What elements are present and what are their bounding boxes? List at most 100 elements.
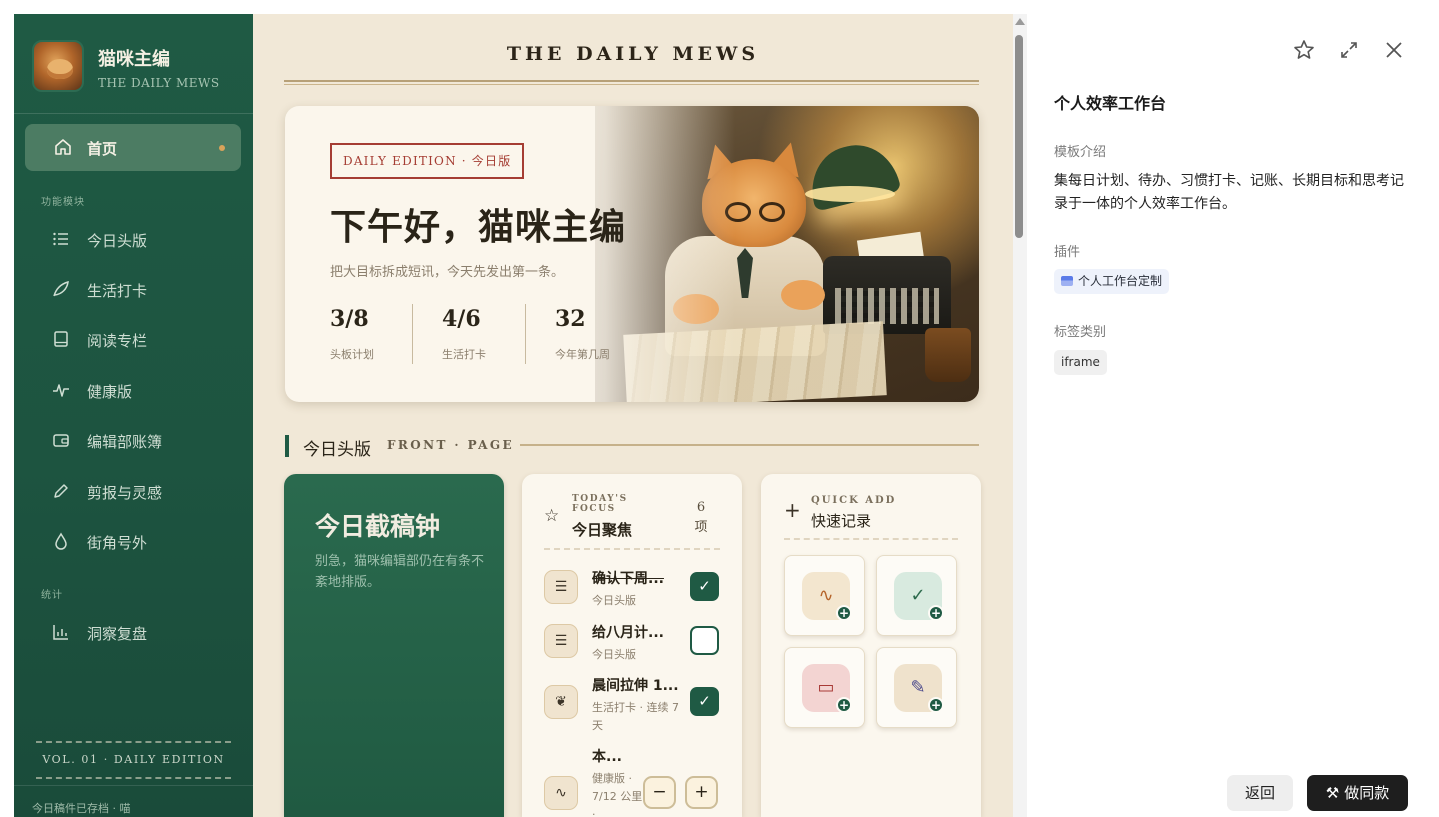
- cat-avatar-logo: [32, 40, 84, 92]
- brand-subtitle: THE DAILY MEWS: [98, 76, 220, 90]
- nav-home[interactable]: 首页: [25, 124, 241, 171]
- star-icon[interactable]: [1292, 38, 1316, 62]
- app-window: 猫咪主编 THE DAILY MEWS 首页 功能模块 今日头版 生活打卡 阅读…: [0, 0, 1439, 817]
- add-badge-icon: +: [836, 605, 852, 621]
- task-row: ∿ 本... 健康版 · 7/12 公里 · − +: [544, 746, 724, 817]
- cat-glasses: [759, 202, 785, 222]
- focus-count-number: 6: [696, 500, 706, 515]
- divider: [284, 84, 979, 85]
- sidebar-item-label: 街角号外: [87, 534, 148, 552]
- masthead: THE DAILY MEWS: [506, 43, 760, 65]
- expand-icon[interactable]: [1337, 38, 1361, 62]
- volume-label: VOL. 01 · DAILY EDITION: [42, 753, 225, 766]
- task-row: ❦ 晨间拉伸 1... 生活打卡 · 连续 7 天 ✓: [544, 675, 724, 732]
- leaf-icon: [53, 280, 69, 297]
- divider: [412, 304, 413, 364]
- task-title: 本...: [592, 749, 622, 765]
- task-checkbox[interactable]: [690, 626, 719, 655]
- typewriter-keys: [835, 288, 939, 324]
- sidebar-item-ledger[interactable]: 编辑部账簿: [25, 420, 241, 460]
- back-button[interactable]: 返回: [1227, 775, 1293, 811]
- sidebar-item-reading[interactable]: 阅读专栏: [25, 319, 241, 359]
- template-preview: 猫咪主编 THE DAILY MEWS 首页 功能模块 今日头版 生活打卡 阅读…: [14, 14, 1013, 817]
- plugin-chip[interactable]: 个人工作台定制: [1054, 269, 1170, 294]
- divider: [14, 785, 253, 786]
- stat-value: 32: [555, 306, 586, 332]
- sidebar-item-label: 编辑部账簿: [87, 433, 163, 451]
- template-description: 集每日计划、待办、习惯打卡、记账、长期目标和思考记录于一体的个人效率工作台。: [1054, 173, 1404, 212]
- greeting-title: 下午好，猫咪主编: [330, 207, 627, 248]
- decrement-button[interactable]: −: [643, 776, 676, 809]
- stat-caption: 生活打卡: [442, 348, 486, 361]
- list-icon: [53, 232, 68, 246]
- sidebar-item-life-checkin[interactable]: 生活打卡: [25, 269, 241, 309]
- quick-add-expense[interactable]: ▭ +: [784, 647, 865, 728]
- add-badge-icon: +: [928, 697, 944, 713]
- scroll-up-arrow-icon[interactable]: [1015, 18, 1025, 25]
- plugin-icon: [1061, 276, 1073, 286]
- sidebar-item-health[interactable]: 健康版: [25, 370, 241, 410]
- task-checkbox[interactable]: ✓: [690, 687, 719, 716]
- divider: [36, 777, 231, 779]
- main-content: THE DAILY MEWS DAILY EDITION · 今日版 下午好，猫…: [253, 14, 1013, 817]
- close-icon[interactable]: [1382, 38, 1406, 62]
- section-label-stats: 统计: [41, 590, 63, 601]
- sidebar-item-label: 生活打卡: [87, 282, 148, 300]
- magic-wand-icon: ⚒: [1325, 784, 1340, 802]
- sidebar-item-clippings[interactable]: 剪报与灵感: [25, 471, 241, 511]
- task-title: 确认下周...: [592, 571, 664, 587]
- star-icon: ☆: [544, 506, 560, 526]
- pulse-icon: [53, 384, 69, 397]
- make-same-button[interactable]: ⚒ 做同款: [1307, 775, 1408, 811]
- home-icon: [55, 139, 71, 155]
- nav-home-label: 首页: [87, 140, 118, 158]
- sidebar-item-extra[interactable]: 街角号外: [25, 521, 241, 561]
- lamp-glow: [805, 186, 895, 202]
- quick-add-checkin[interactable]: ✓ +: [876, 555, 957, 636]
- focus-title: 今日聚焦: [572, 521, 633, 539]
- leaf-icon: ❦: [544, 685, 578, 719]
- stat-value: 3/8: [330, 306, 369, 332]
- divider: [36, 741, 231, 743]
- edition-badge: DAILY EDITION · 今日版: [330, 143, 525, 179]
- divider: [525, 304, 526, 364]
- sidebar: 猫咪主编 THE DAILY MEWS 首页 功能模块 今日头版 生活打卡 阅读…: [14, 14, 253, 817]
- stat-caption: 头板计划: [330, 348, 374, 361]
- active-dot: [219, 145, 225, 151]
- book-icon: [54, 331, 68, 347]
- pencil-icon: [54, 484, 68, 498]
- bar-chart-icon: [53, 625, 68, 640]
- plugin-label: 插件: [1054, 245, 1081, 260]
- divider: [14, 113, 253, 114]
- sidebar-item-insights[interactable]: 洞察复盘: [25, 612, 241, 652]
- sidebar-item-label: 今日头版: [87, 232, 148, 250]
- sidebar-item-front-page[interactable]: 今日头版: [25, 219, 241, 259]
- task-checkbox[interactable]: ✓: [690, 572, 719, 601]
- list-icon: ☰: [544, 624, 578, 658]
- coffee-cup: [925, 328, 971, 382]
- pulse-icon: ∿: [544, 776, 578, 810]
- deadline-card: 今日截稿钟 别急，猫咪编辑部仍在有条不紊地排版。: [284, 474, 504, 817]
- stat-caption: 今年第几周: [555, 348, 610, 361]
- quick-add-health[interactable]: ∿ +: [784, 555, 865, 636]
- drop-icon: [55, 532, 67, 550]
- list-icon: ☰: [544, 570, 578, 604]
- make-same-label: 做同款: [1344, 784, 1390, 802]
- sidebar-item-label: 剪报与灵感: [87, 484, 163, 502]
- task-meta: 今日头版: [592, 648, 636, 661]
- cat-paw: [781, 280, 825, 310]
- sidebar-item-label: 洞察复盘: [87, 625, 148, 643]
- tag-label: 标签类别: [1054, 325, 1107, 340]
- preview-scrollbar[interactable]: [1013, 14, 1027, 817]
- increment-button[interactable]: +: [685, 776, 718, 809]
- quick-add-note[interactable]: ✎ +: [876, 647, 957, 728]
- template-title: 个人效率工作台: [1054, 94, 1167, 113]
- hero-card: DAILY EDITION · 今日版 下午好，猫咪主编 把大目标拆成短讯，今天…: [285, 106, 979, 402]
- sidebar-item-label: 健康版: [87, 383, 133, 401]
- quick-add-card: + QUICK ADD 快速记录 ∿ + ✓ + ▭ + ✎ +: [761, 474, 981, 817]
- sidebar-item-label: 阅读专栏: [87, 332, 148, 350]
- scroll-thumb[interactable]: [1015, 35, 1023, 238]
- quick-add-title: 快速记录: [811, 512, 872, 530]
- section-label-modules: 功能模块: [41, 197, 85, 208]
- template-info-panel: 个人效率工作台 模板介绍 集每日计划、待办、习惯打卡、记账、长期目标和思考记录于…: [1027, 0, 1439, 817]
